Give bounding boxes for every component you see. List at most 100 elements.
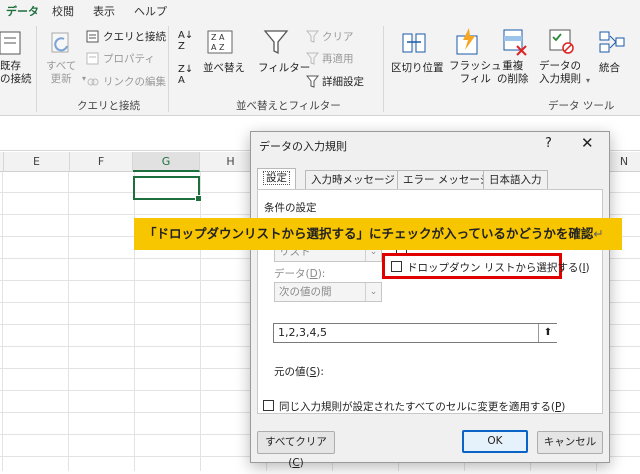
tab-input-message[interactable]: 入力時メッセージ: [305, 170, 401, 190]
remove-duplicates-label-1: 重複: [502, 60, 524, 72]
refresh-all-icon: [51, 32, 69, 53]
tab-view[interactable]: 表示: [93, 3, 115, 19]
refresh-all-label-1: すべて: [46, 60, 77, 72]
refresh-all-button[interactable]: すべて 更新: [46, 60, 76, 86]
tab-error-message[interactable]: エラー メッセージ: [397, 170, 497, 190]
ribbon-tab-bar: データ 校閲 表示 ヘルプ: [0, 0, 640, 23]
data-validation-label-1: データの: [539, 60, 581, 72]
tab-settings-label: 設定: [263, 171, 290, 185]
instruction-text: 「ドロップダウンリストから選択する」にチェックが入っているかどうかを確認: [144, 226, 594, 241]
advanced-button[interactable]: 詳細設定: [322, 76, 364, 89]
chevron-down-icon: ⌄: [365, 283, 381, 301]
source-label-text: 元の値(: [274, 366, 310, 378]
existing-connections-label-1: 既存: [0, 60, 21, 72]
flash-fill-button[interactable]: フラッシュ フィル: [449, 60, 502, 86]
data-label-end: ):: [317, 268, 326, 280]
source-input[interactable]: 1,2,3,4,5: [273, 323, 557, 343]
text-to-columns-icon: [402, 33, 426, 53]
apply-all-end: ): [561, 401, 566, 413]
dropdown-checkbox[interactable]: [391, 261, 402, 272]
data-validation-label-2: 入力規則: [539, 73, 581, 85]
selected-cell-g[interactable]: [133, 176, 202, 202]
remove-duplicates-icon: [503, 29, 527, 56]
properties-button[interactable]: プロパティ: [103, 53, 155, 66]
clear-button[interactable]: クリア: [322, 31, 354, 44]
queries-connections-icon: [86, 30, 99, 43]
group-label-data-tools: データ ツール: [548, 100, 615, 112]
data-select[interactable]: 次の値の間 ⌄: [274, 282, 382, 302]
tab-data[interactable]: データ: [6, 3, 39, 23]
sort-dialog-icon: Z A A Z: [207, 30, 233, 54]
sort-za-icon[interactable]: Z↓ A: [178, 64, 193, 86]
divider: [168, 26, 169, 112]
existing-connections-icon: [0, 31, 21, 55]
flash-fill-label-2: フィル: [459, 73, 491, 85]
flash-fill-label-1: フラッシュ: [449, 60, 502, 72]
consolidate-button[interactable]: 統合: [599, 62, 620, 75]
reapply-button[interactable]: 再適用: [322, 53, 354, 66]
edit-links-icon: [87, 78, 99, 86]
collapse-dialog-icon[interactable]: ⬆: [538, 324, 557, 342]
chevron-down-icon: ▾: [586, 76, 591, 85]
data-validation-dialog: データの入力規則 ? ✕ 設定 入力時メッセージ エラー メッセージ 日本語入力…: [250, 131, 610, 469]
flash-fill-icon: [456, 28, 478, 55]
svg-text:A Z: A Z: [211, 43, 225, 52]
data-label-key: D: [309, 268, 318, 280]
consolidate-icon: [599, 31, 625, 53]
clear-all-key: C: [292, 457, 300, 469]
instruction-banner: 「ドロップダウンリストから選択する」にチェックが入っているかどうかを確認↵: [134, 218, 622, 250]
tab-ime[interactable]: 日本語入力: [483, 170, 548, 190]
tab-settings[interactable]: 設定: [257, 168, 296, 191]
data-label: データ(D):: [274, 266, 325, 281]
source-label: 元の値(S):: [274, 364, 324, 379]
clear-all-end: ): [299, 457, 304, 469]
sort-button[interactable]: 並べ替え: [203, 62, 245, 75]
data-validation-button[interactable]: データの 入力規則: [539, 60, 581, 86]
remove-duplicates-label-2: の削除: [497, 73, 529, 85]
help-button[interactable]: ?: [545, 136, 552, 151]
text-to-columns-button[interactable]: 区切り位置: [391, 62, 444, 75]
reapply-icon: [306, 52, 320, 65]
cancel-button[interactable]: キャンセル: [537, 431, 603, 454]
return-mark-icon: ↵: [593, 226, 604, 241]
edit-links-button[interactable]: リンクの編集: [103, 76, 166, 89]
apply-all-label: 同じ入力規則が設定されたすべてのセルに変更を適用する(P): [279, 399, 565, 414]
close-icon[interactable]: ✕: [581, 134, 594, 152]
group-label-sort-filter: 並べ替えとフィルター: [236, 100, 341, 112]
column-header-g[interactable]: G: [133, 152, 200, 172]
data-validation-icon: [549, 29, 574, 54]
dropdown-checkbox-highlight: ドロップダウン リストから選択する(I): [382, 253, 590, 279]
ok-button[interactable]: OK: [462, 430, 528, 453]
column-header-n[interactable]: N: [608, 152, 640, 172]
divider: [383, 26, 384, 112]
queries-connections-button[interactable]: クエリと接続: [103, 31, 166, 44]
clear-filter-icon: [306, 30, 320, 43]
dialog-title: データの入力規則: [259, 140, 347, 153]
dropdown-checkbox-end: ): [585, 262, 590, 274]
refresh-all-label-2: 更新: [50, 73, 72, 85]
apply-all-checkbox[interactable]: [263, 400, 274, 411]
group-label-queries: クエリと接続: [77, 100, 140, 112]
column-header-e[interactable]: E: [4, 152, 70, 172]
dropdown-checkbox-label: ドロップダウン リストから選択する(I): [407, 260, 590, 275]
dropdown-checkbox-text: ドロップダウン リストから選択する(: [407, 262, 583, 274]
divider: [36, 26, 37, 112]
advanced-filter-icon: [306, 75, 320, 88]
tab-review[interactable]: 校閲: [52, 3, 74, 19]
clear-all-button[interactable]: すべてクリア(C): [257, 431, 335, 469]
properties-icon: [86, 52, 99, 65]
filter-button[interactable]: フィルター: [258, 62, 310, 75]
section-label: 条件の設定: [264, 202, 317, 214]
filter-icon: [263, 30, 289, 55]
existing-connections-button[interactable]: 既存 の接続: [0, 60, 32, 86]
data-label-text: データ(: [274, 268, 310, 280]
existing-connections-label-2: の接続: [0, 73, 32, 85]
data-select-value: 次の値の間: [279, 286, 332, 298]
remove-duplicates-button[interactable]: 重複 の削除: [497, 60, 529, 86]
source-label-end: ):: [316, 366, 324, 378]
tab-help[interactable]: ヘルプ: [134, 3, 167, 19]
svg-text:Z A: Z A: [211, 33, 225, 42]
sort-az-icon[interactable]: A↓ Z: [178, 30, 193, 52]
column-header-f[interactable]: F: [70, 152, 133, 172]
apply-all-text: 同じ入力規則が設定されたすべてのセルに変更を適用する(: [279, 401, 555, 413]
